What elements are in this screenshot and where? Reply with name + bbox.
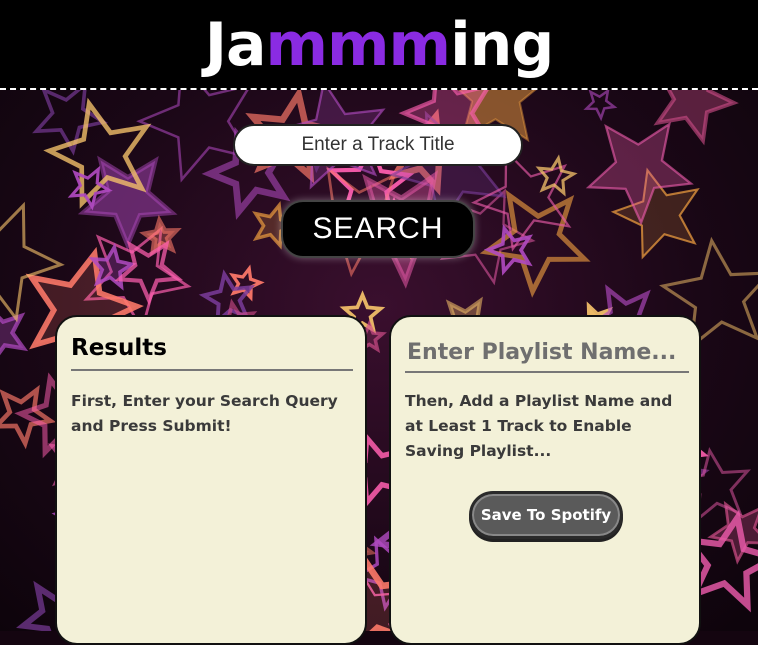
logo-suffix: ing [450, 10, 554, 80]
playlist-name-input[interactable] [405, 333, 689, 373]
results-message: First, Enter your Search Query and Press… [71, 392, 338, 435]
logo-prefix: Ja [204, 10, 267, 80]
playlist-panel: Then, Add a Playlist Name and at Least 1… [389, 315, 701, 645]
app-logo: Jammming [204, 0, 555, 90]
star-shape [535, 154, 578, 197]
star-shape [0, 312, 29, 356]
search-button[interactable]: SEARCH [281, 200, 475, 258]
results-panel: Results First, Enter your Search Query a… [55, 315, 367, 645]
results-title: Results [71, 335, 353, 371]
star-shape [583, 90, 618, 122]
star-shape [114, 239, 184, 306]
playlist-message: Then, Add a Playlist Name and at Least 1… [405, 392, 673, 460]
save-to-spotify-button[interactable]: Save To Spotify [469, 491, 623, 539]
app-header: Jammming [0, 0, 758, 90]
track-search-input[interactable] [233, 124, 523, 166]
logo-accent: mmm [265, 10, 452, 80]
star-shape [653, 90, 739, 146]
